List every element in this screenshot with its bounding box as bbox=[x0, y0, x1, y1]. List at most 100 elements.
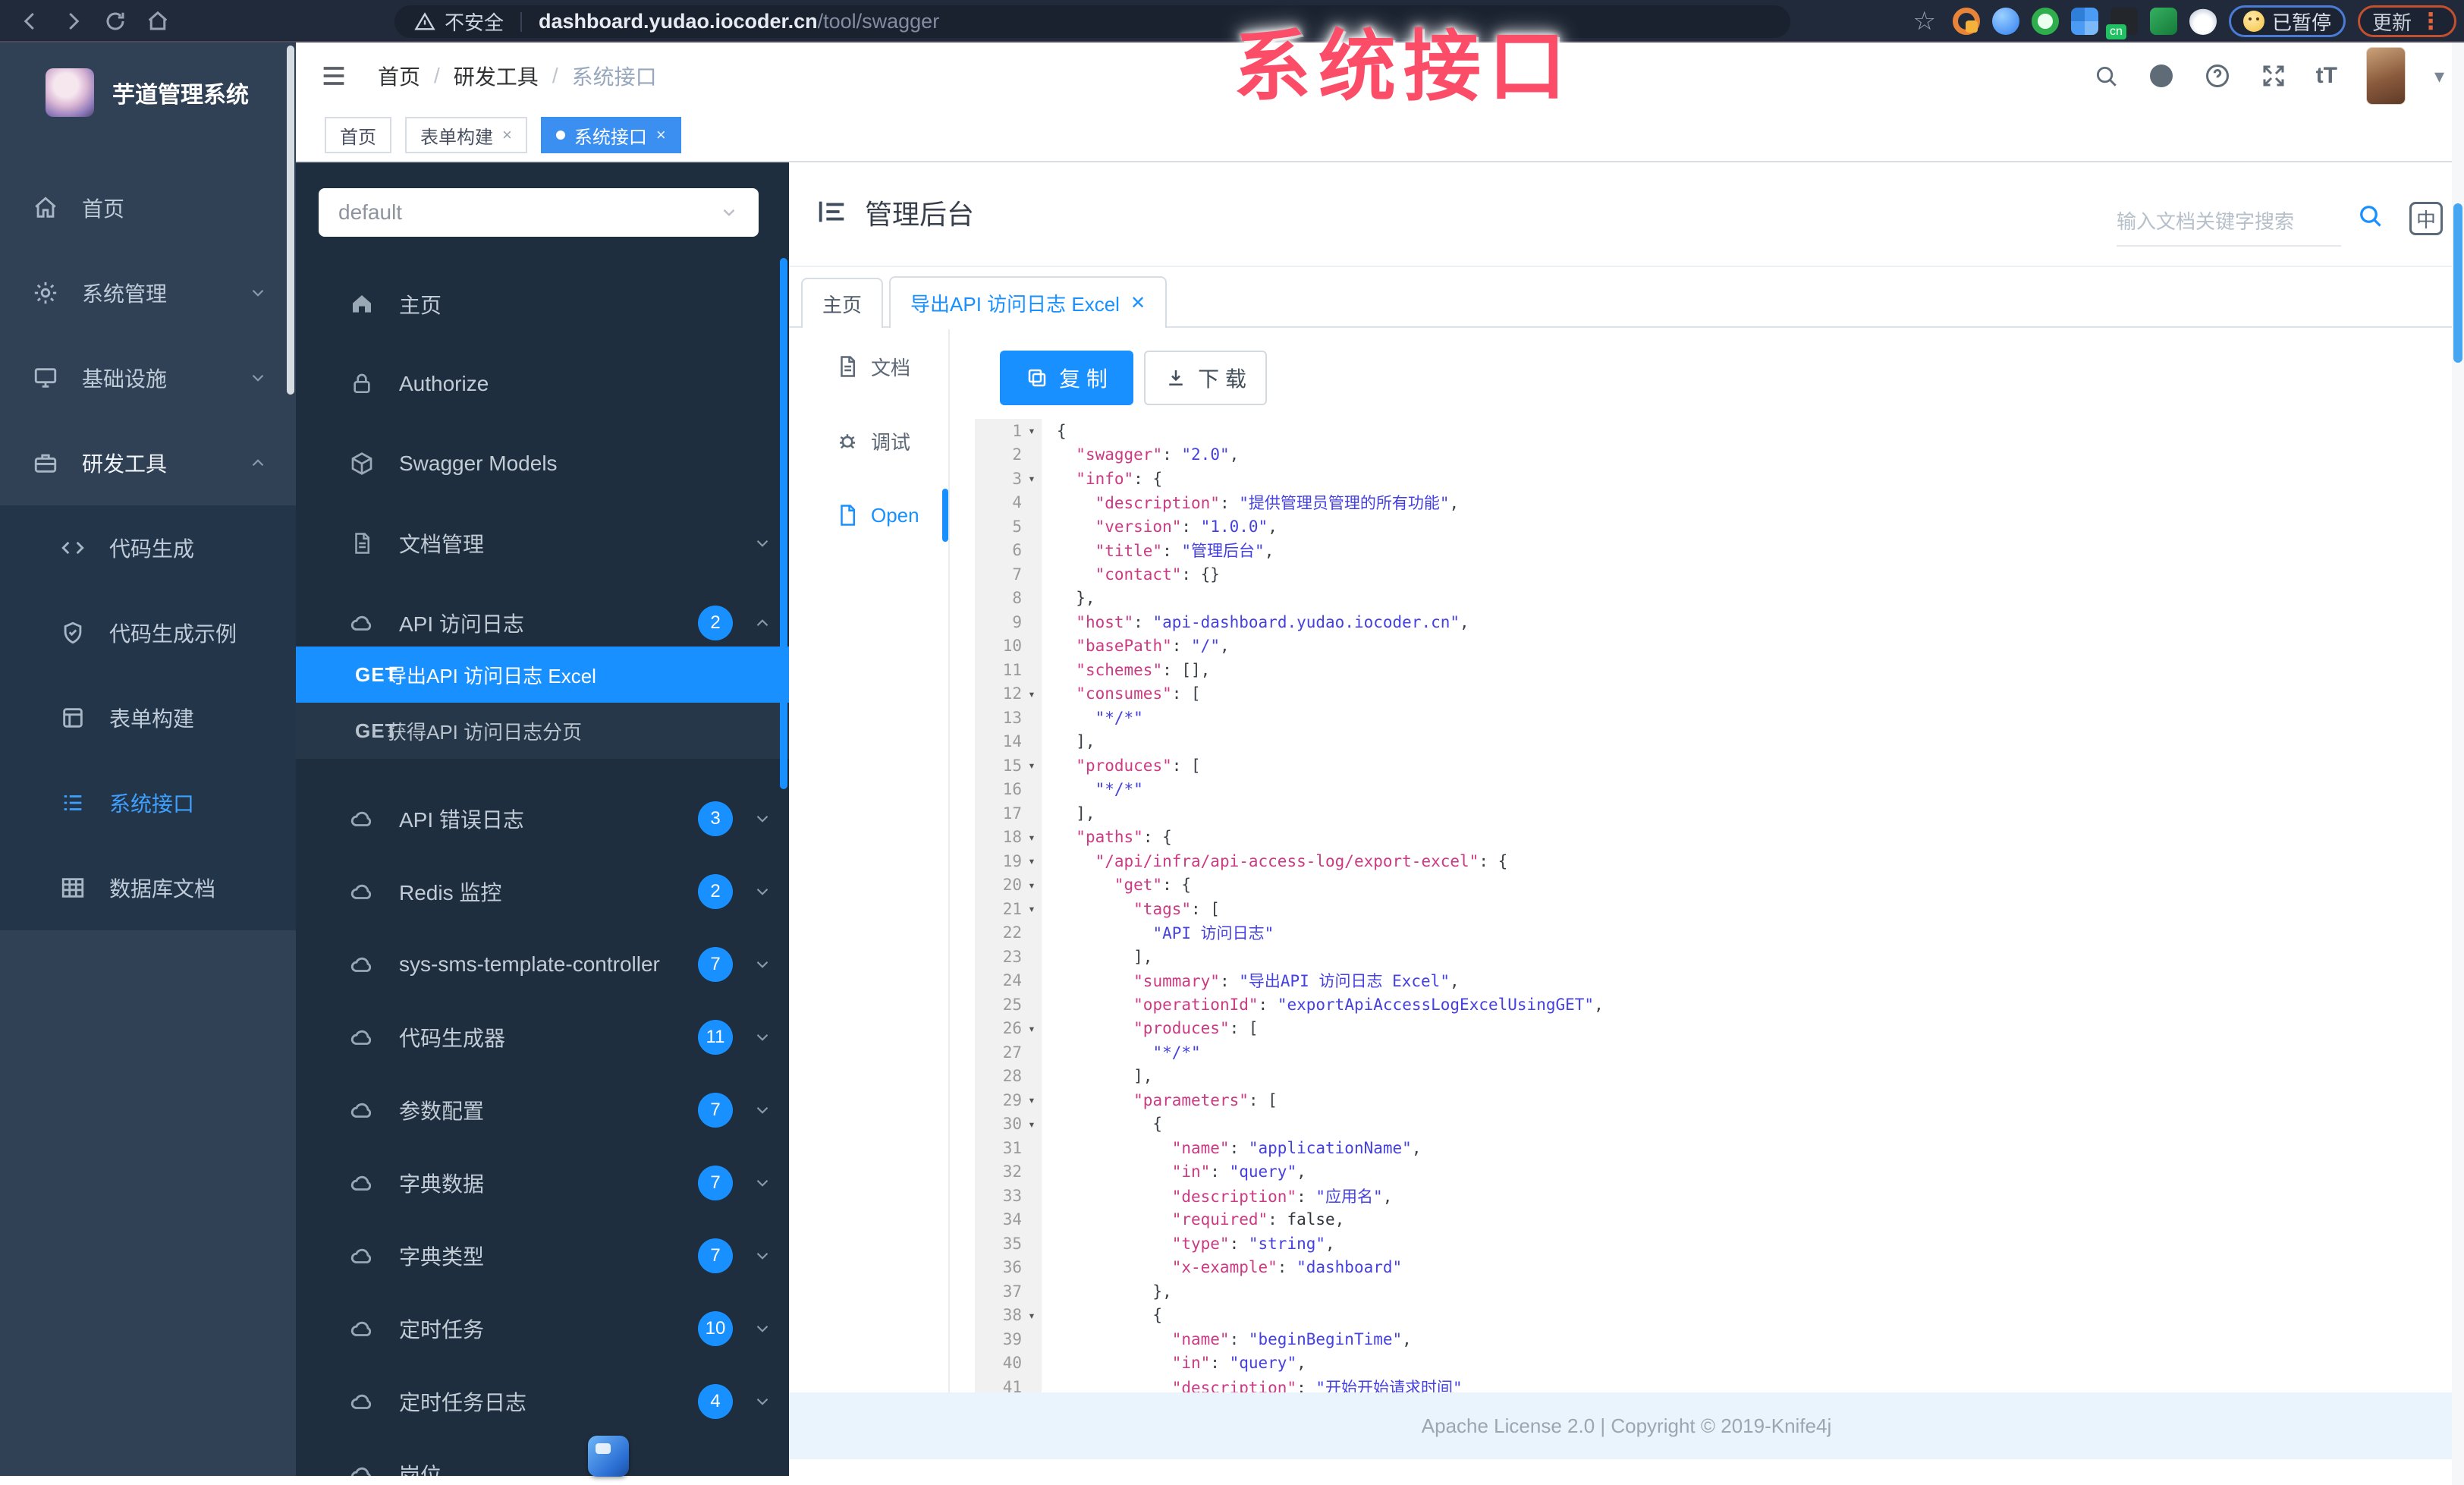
fullscreen-icon[interactable] bbox=[2260, 62, 2287, 90]
sidebar-item-3[interactable]: 研发工具 bbox=[0, 420, 296, 505]
update-button[interactable]: 更新 ⋮ bbox=[2357, 5, 2456, 37]
tag-view[interactable]: 首页 bbox=[325, 117, 391, 153]
fold-arrow-icon[interactable]: ▾ bbox=[1022, 687, 1042, 701]
doc-menu-文档[interactable]: 文档 bbox=[789, 329, 948, 404]
swagger-group-item[interactable]: Redis 监控 2 bbox=[296, 855, 789, 928]
sidebar-item-label: 首页 bbox=[82, 197, 125, 221]
page-scrollbar[interactable] bbox=[2452, 42, 2464, 1485]
swagger-group-item[interactable]: 代码生成器 11 bbox=[296, 1001, 789, 1074]
swagger-sidebar-scrollbar[interactable] bbox=[780, 258, 787, 789]
code-line-row: 11 "schemes": [], bbox=[975, 658, 2464, 682]
hamburger-icon[interactable] bbox=[319, 61, 349, 91]
extension-icon[interactable] bbox=[2031, 8, 2059, 35]
fold-arrow-icon[interactable]: ▾ bbox=[1022, 758, 1042, 772]
extension-icon[interactable] bbox=[1952, 8, 1980, 35]
doc-menu-调试[interactable]: 调试 bbox=[789, 404, 948, 478]
fold-arrow-icon[interactable]: ▾ bbox=[1022, 1117, 1042, 1131]
swagger-group-item[interactable]: 定时任务 10 bbox=[296, 1292, 789, 1365]
app-logo[interactable]: 芋道管理系统 bbox=[0, 42, 296, 117]
browser-refresh-icon[interactable] bbox=[94, 6, 137, 36]
doc-side-menu: 文档 调试 Open bbox=[789, 329, 948, 552]
swagger-group-item[interactable]: 字典数据 7 bbox=[296, 1147, 789, 1219]
fold-arrow-icon[interactable]: ▾ bbox=[1022, 854, 1042, 868]
user-avatar[interactable] bbox=[2365, 47, 2406, 105]
sidebar-subitem[interactable]: 表单构建 bbox=[0, 675, 296, 760]
sidebar-scrollbar[interactable] bbox=[287, 46, 294, 395]
close-icon[interactable]: × bbox=[502, 125, 512, 145]
doc-menu-open[interactable]: Open bbox=[789, 478, 948, 552]
line-number: 18 bbox=[1002, 828, 1022, 847]
doc-tab[interactable]: 导出API 访问日志 Excel ✕ bbox=[889, 276, 1168, 328]
sidebar-subitem[interactable]: 系统接口 bbox=[0, 760, 296, 845]
sidebar-item-1[interactable]: 系统管理 bbox=[0, 250, 296, 335]
fold-arrow-icon[interactable]: ▾ bbox=[1022, 1021, 1042, 1036]
browser-home-icon[interactable] bbox=[137, 6, 179, 36]
swagger-menu-item[interactable]: 文档管理 bbox=[296, 503, 789, 583]
api-endpoint-item[interactable]: GET 导出API 访问日志 Excel bbox=[296, 647, 789, 703]
github-icon[interactable] bbox=[2148, 62, 2175, 90]
doc-tab[interactable]: 主页 bbox=[801, 278, 884, 328]
code-line: "description": "应用名", bbox=[1171, 1187, 1393, 1206]
api-endpoint-item[interactable]: GET 获得API 访问日志分页 bbox=[296, 703, 789, 759]
swagger-group-item[interactable]: API 错误日志 3 bbox=[296, 782, 789, 855]
sidebar-subitem[interactable]: 数据库文档 bbox=[0, 845, 296, 930]
download-button[interactable]: 下 载 bbox=[1144, 351, 1267, 405]
sidebar-item-2[interactable]: 基础设施 bbox=[0, 335, 296, 420]
extension-icon[interactable] bbox=[1991, 8, 2019, 35]
breadcrumb-item[interactable]: 研发工具 bbox=[454, 61, 539, 91]
group-select[interactable]: default bbox=[319, 188, 759, 237]
swagger-group-item[interactable]: 定时任务日志 4 bbox=[296, 1365, 789, 1438]
code-line-row: 5 "version": "1.0.0", bbox=[975, 514, 2464, 539]
sidebar-item-label: 基础设施 bbox=[82, 367, 168, 391]
tag-view[interactable]: 表单构建 × bbox=[405, 117, 527, 153]
doc-list-icon[interactable] bbox=[815, 194, 850, 229]
sidebar-subitem-label: 代码生成示例 bbox=[109, 622, 237, 646]
sidebar-item-0[interactable]: 首页 bbox=[0, 165, 296, 250]
doc-search-input[interactable]: 输入文档关键字搜索 bbox=[2117, 206, 2341, 247]
sidebar-subitem[interactable]: 代码生成 bbox=[0, 505, 296, 590]
fold-arrow-icon[interactable]: ▾ bbox=[1022, 878, 1042, 892]
help-icon[interactable] bbox=[2204, 62, 2231, 90]
code-editor[interactable]: 1 ▾{2 "swagger": "2.0", 3 ▾ "info": {4 "des… bbox=[975, 419, 2464, 1392]
browser-menu-icon[interactable]: ⋮ bbox=[2419, 8, 2442, 35]
close-icon[interactable]: ✕ bbox=[1130, 292, 1146, 314]
extension-icon[interactable] bbox=[2070, 8, 2098, 35]
gutter-cell: 6 bbox=[975, 538, 1042, 562]
line-number: 32 bbox=[1002, 1163, 1022, 1181]
fold-arrow-icon[interactable]: ▾ bbox=[1022, 1308, 1042, 1323]
avatar-caret-icon[interactable]: ▾ bbox=[2434, 64, 2444, 88]
extension-icon[interactable] bbox=[2189, 8, 2217, 35]
extension-icon[interactable] bbox=[2105, 8, 2138, 39]
browser-forward-icon[interactable] bbox=[52, 6, 94, 36]
line-number: 35 bbox=[1002, 1234, 1022, 1253]
fold-arrow-icon[interactable]: ▾ bbox=[1022, 1093, 1042, 1107]
font-size-icon[interactable]: tT bbox=[2316, 63, 2337, 89]
browser-back-icon[interactable] bbox=[9, 6, 52, 36]
sidebar-subitem[interactable]: 代码生成示例 bbox=[0, 590, 296, 675]
fold-arrow-icon[interactable]: ▾ bbox=[1022, 901, 1042, 916]
swagger-menu-item[interactable]: 主页 bbox=[296, 264, 789, 344]
fold-arrow-icon[interactable]: ▾ bbox=[1022, 830, 1042, 845]
swagger-menu-item[interactable]: Swagger Models bbox=[296, 423, 789, 503]
extension-icon[interactable] bbox=[2149, 8, 2177, 35]
copy-button[interactable]: 复 制 bbox=[1000, 351, 1133, 405]
swagger-group-item[interactable]: 岗位 bbox=[296, 1438, 789, 1476]
paused-badge[interactable]: 已暂停 bbox=[2228, 5, 2346, 37]
swagger-menu-item[interactable]: Authorize bbox=[296, 344, 789, 423]
search-icon[interactable] bbox=[2093, 63, 2119, 89]
fold-arrow-icon[interactable]: ▾ bbox=[1022, 423, 1042, 438]
close-icon[interactable]: × bbox=[656, 125, 666, 145]
ime-floating-icon[interactable] bbox=[588, 1436, 629, 1477]
swagger-group-label: sys-sms-template-controller bbox=[399, 952, 660, 976]
bookmark-star-icon[interactable]: ☆ bbox=[1912, 6, 1935, 36]
swagger-group-item[interactable]: sys-sms-template-controller 7 bbox=[296, 928, 789, 1001]
search-icon[interactable] bbox=[2356, 202, 2384, 229]
language-toggle[interactable]: 中 bbox=[2409, 202, 2443, 235]
swagger-group-item[interactable]: 字典类型 7 bbox=[296, 1219, 789, 1292]
swagger-group-item[interactable]: 参数配置 7 bbox=[296, 1074, 789, 1147]
code-line-row: 26 ▾ "produces": [ bbox=[975, 1016, 2464, 1040]
page-scrollbar-thumb[interactable] bbox=[2453, 203, 2462, 363]
fold-arrow-icon[interactable]: ▾ bbox=[1022, 471, 1042, 486]
breadcrumb-item[interactable]: 首页 bbox=[378, 61, 420, 91]
tag-view[interactable]: 系统接口 × bbox=[540, 117, 681, 153]
